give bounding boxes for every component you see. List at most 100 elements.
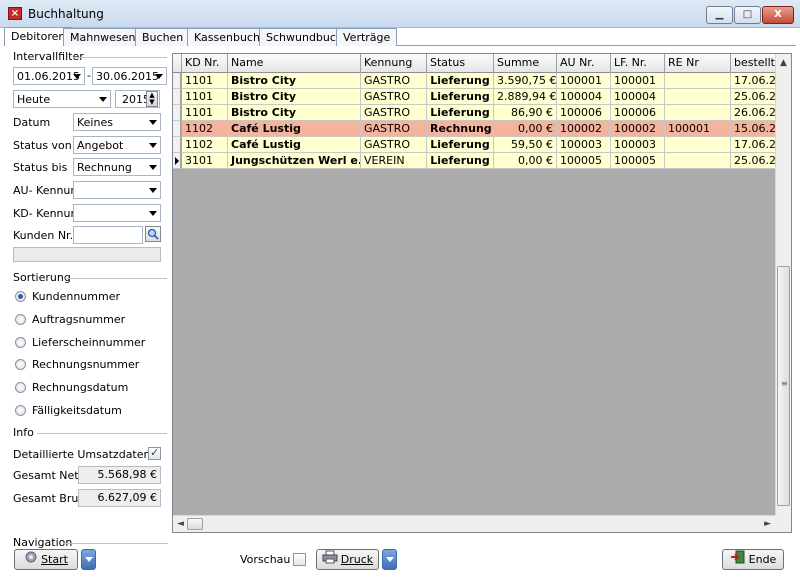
- cell-summe[interactable]: 0,00 €: [494, 153, 557, 169]
- kd-kennung-select[interactable]: [73, 204, 161, 222]
- current-row-indicator-icon[interactable]: [173, 153, 181, 169]
- cell-summe[interactable]: 2.889,94 €: [494, 89, 557, 105]
- minimize-button[interactable]: ▁: [706, 6, 733, 24]
- cell-au[interactable]: 100001: [557, 73, 611, 89]
- tab-kassenbuch[interactable]: Kassenbuch: [187, 28, 267, 46]
- table-row[interactable]: 1102 Café Lustig GASTRO Rechnung 0,00 €10000…: [173, 121, 777, 137]
- cell-summe[interactable]: 59,50 €: [494, 137, 557, 153]
- year-spinner-arrows-icon[interactable]: ▲ ▼: [146, 91, 158, 107]
- tab-buchen[interactable]: Buchen: [135, 28, 191, 46]
- cell-re[interactable]: [665, 137, 731, 153]
- cell-kennung[interactable]: GASTRO: [361, 73, 427, 89]
- cell-name[interactable]: Jungschützen Werl e.V.: [228, 153, 361, 169]
- table-row[interactable]: 1102 Café Lustig GASTRO Lieferung 59,50 €100…: [173, 137, 777, 153]
- cell-bestellt[interactable]: 25.06.201: [731, 89, 777, 105]
- column-header-kennung[interactable]: Kennung: [361, 54, 427, 73]
- cell-kd[interactable]: 1101: [182, 89, 228, 105]
- start-dropdown-button[interactable]: [81, 549, 96, 570]
- cell-au[interactable]: 100003: [557, 137, 611, 153]
- cell-lf[interactable]: 100001: [611, 73, 665, 89]
- cell-re[interactable]: [665, 89, 731, 105]
- cell-name[interactable]: Café Lustig: [228, 137, 361, 153]
- table-row[interactable]: 1101 Bistro City GASTRO Lieferung 86,90 €100…: [173, 105, 777, 121]
- cell-bestellt[interactable]: 26.06.201: [731, 105, 777, 121]
- cell-kennung[interactable]: GASTRO: [361, 89, 427, 105]
- cell-kd[interactable]: 3101: [182, 153, 228, 169]
- cell-status[interactable]: Lieferung: [427, 89, 494, 105]
- horizontal-scroll-thumb[interactable]: [187, 518, 203, 530]
- cell-re[interactable]: [665, 153, 731, 169]
- cell-name[interactable]: Bistro City: [228, 105, 361, 121]
- detail-checkbox[interactable]: [148, 446, 161, 460]
- cell-bestellt[interactable]: 15.06.201: [731, 121, 777, 137]
- cell-bestellt[interactable]: 25.06.201: [731, 153, 777, 169]
- horizontal-scrollbar[interactable]: ◄ ►: [173, 515, 777, 532]
- cell-re[interactable]: [665, 73, 731, 89]
- cell-bestellt[interactable]: 17.06.201: [731, 73, 777, 89]
- vertical-scroll-thumb[interactable]: ≡: [777, 266, 790, 506]
- cell-bestellt[interactable]: 17.06.201: [731, 137, 777, 153]
- cell-lf[interactable]: 100004: [611, 89, 665, 105]
- scroll-left-icon[interactable]: ◄: [177, 519, 184, 529]
- cell-status[interactable]: Lieferung: [427, 137, 494, 153]
- status-von-select[interactable]: Angebot: [73, 136, 161, 154]
- vertical-scrollbar[interactable]: ▲ ≡: [775, 54, 791, 516]
- row-selector[interactable]: [173, 137, 181, 153]
- row-selector[interactable]: [173, 105, 181, 121]
- cell-kennung[interactable]: VEREIN: [361, 153, 427, 169]
- cell-kennung[interactable]: GASTRO: [361, 121, 427, 137]
- date-from-field[interactable]: 01.06.2015: [13, 67, 85, 85]
- cell-lf[interactable]: 100002: [611, 121, 665, 137]
- column-header-bestellt[interactable]: bestellt: [731, 54, 777, 73]
- cell-lf[interactable]: 100006: [611, 105, 665, 121]
- au-kennung-select[interactable]: [73, 181, 161, 199]
- cell-summe[interactable]: 0,00 €: [494, 121, 557, 137]
- scroll-up-icon[interactable]: ▲: [780, 58, 787, 68]
- maximize-button[interactable]: □: [734, 6, 761, 24]
- cell-re[interactable]: 100001: [665, 121, 731, 137]
- cell-name[interactable]: Bistro City: [228, 73, 361, 89]
- cell-au[interactable]: 100004: [557, 89, 611, 105]
- cell-status[interactable]: Rechnung: [427, 121, 494, 137]
- column-header-re-nr[interactable]: RE Nr: [665, 54, 731, 73]
- cell-name[interactable]: Café Lustig: [228, 121, 361, 137]
- status-bis-select[interactable]: Rechnung: [73, 158, 161, 176]
- print-button[interactable]: Druck: [316, 549, 379, 570]
- period-select[interactable]: Heute: [13, 90, 111, 108]
- print-dropdown-button[interactable]: [382, 549, 397, 570]
- column-header-status[interactable]: Status: [427, 54, 494, 73]
- table-row[interactable]: 3101 Jungschützen Werl e.V. VEREIN Lieferun…: [173, 153, 777, 169]
- cell-re[interactable]: [665, 105, 731, 121]
- cell-kd[interactable]: 1102: [182, 121, 228, 137]
- cell-summe[interactable]: 86,90 €: [494, 105, 557, 121]
- tab-vertraege[interactable]: Verträge: [336, 28, 398, 46]
- cell-kd[interactable]: 1102: [182, 137, 228, 153]
- column-header-name[interactable]: Name: [228, 54, 361, 73]
- cell-lf[interactable]: 100003: [611, 137, 665, 153]
- preview-checkbox[interactable]: [293, 553, 306, 566]
- cell-status[interactable]: Lieferung: [427, 153, 494, 169]
- column-header-kd-nr[interactable]: KD Nr.: [182, 54, 228, 73]
- cell-kd[interactable]: 1101: [182, 105, 228, 121]
- cell-status[interactable]: Lieferung: [427, 73, 494, 89]
- cell-kennung[interactable]: GASTRO: [361, 105, 427, 121]
- cell-summe[interactable]: 3.590,75 €: [494, 73, 557, 89]
- row-selector[interactable]: [173, 89, 181, 105]
- table-row[interactable]: 1101 Bistro City GASTRO Lieferung 2.889,94 €…: [173, 89, 777, 105]
- column-header-summe[interactable]: Summe: [494, 54, 557, 73]
- cell-lf[interactable]: 100005: [611, 153, 665, 169]
- cell-kd[interactable]: 1101: [182, 73, 228, 89]
- tab-mahnwesen[interactable]: Mahnwesen: [63, 28, 143, 46]
- cell-kennung[interactable]: GASTRO: [361, 137, 427, 153]
- row-selector[interactable]: [173, 121, 181, 137]
- cell-au[interactable]: 100002: [557, 121, 611, 137]
- table-row[interactable]: 1101 Bistro City GASTRO Lieferung 3.590,75 €…: [173, 73, 777, 89]
- close-button[interactable]: X: [762, 6, 794, 24]
- debitoren-table[interactable]: KD Nr. Name Kennung Status Summe AU Nr. …: [172, 53, 792, 533]
- cell-status[interactable]: Lieferung: [427, 105, 494, 121]
- end-button[interactable]: Ende: [722, 549, 784, 570]
- search-icon[interactable]: [145, 226, 161, 242]
- column-header-lf-nr[interactable]: LF. Nr.: [611, 54, 665, 73]
- scroll-right-icon[interactable]: ►: [764, 519, 771, 529]
- cell-au[interactable]: 100006: [557, 105, 611, 121]
